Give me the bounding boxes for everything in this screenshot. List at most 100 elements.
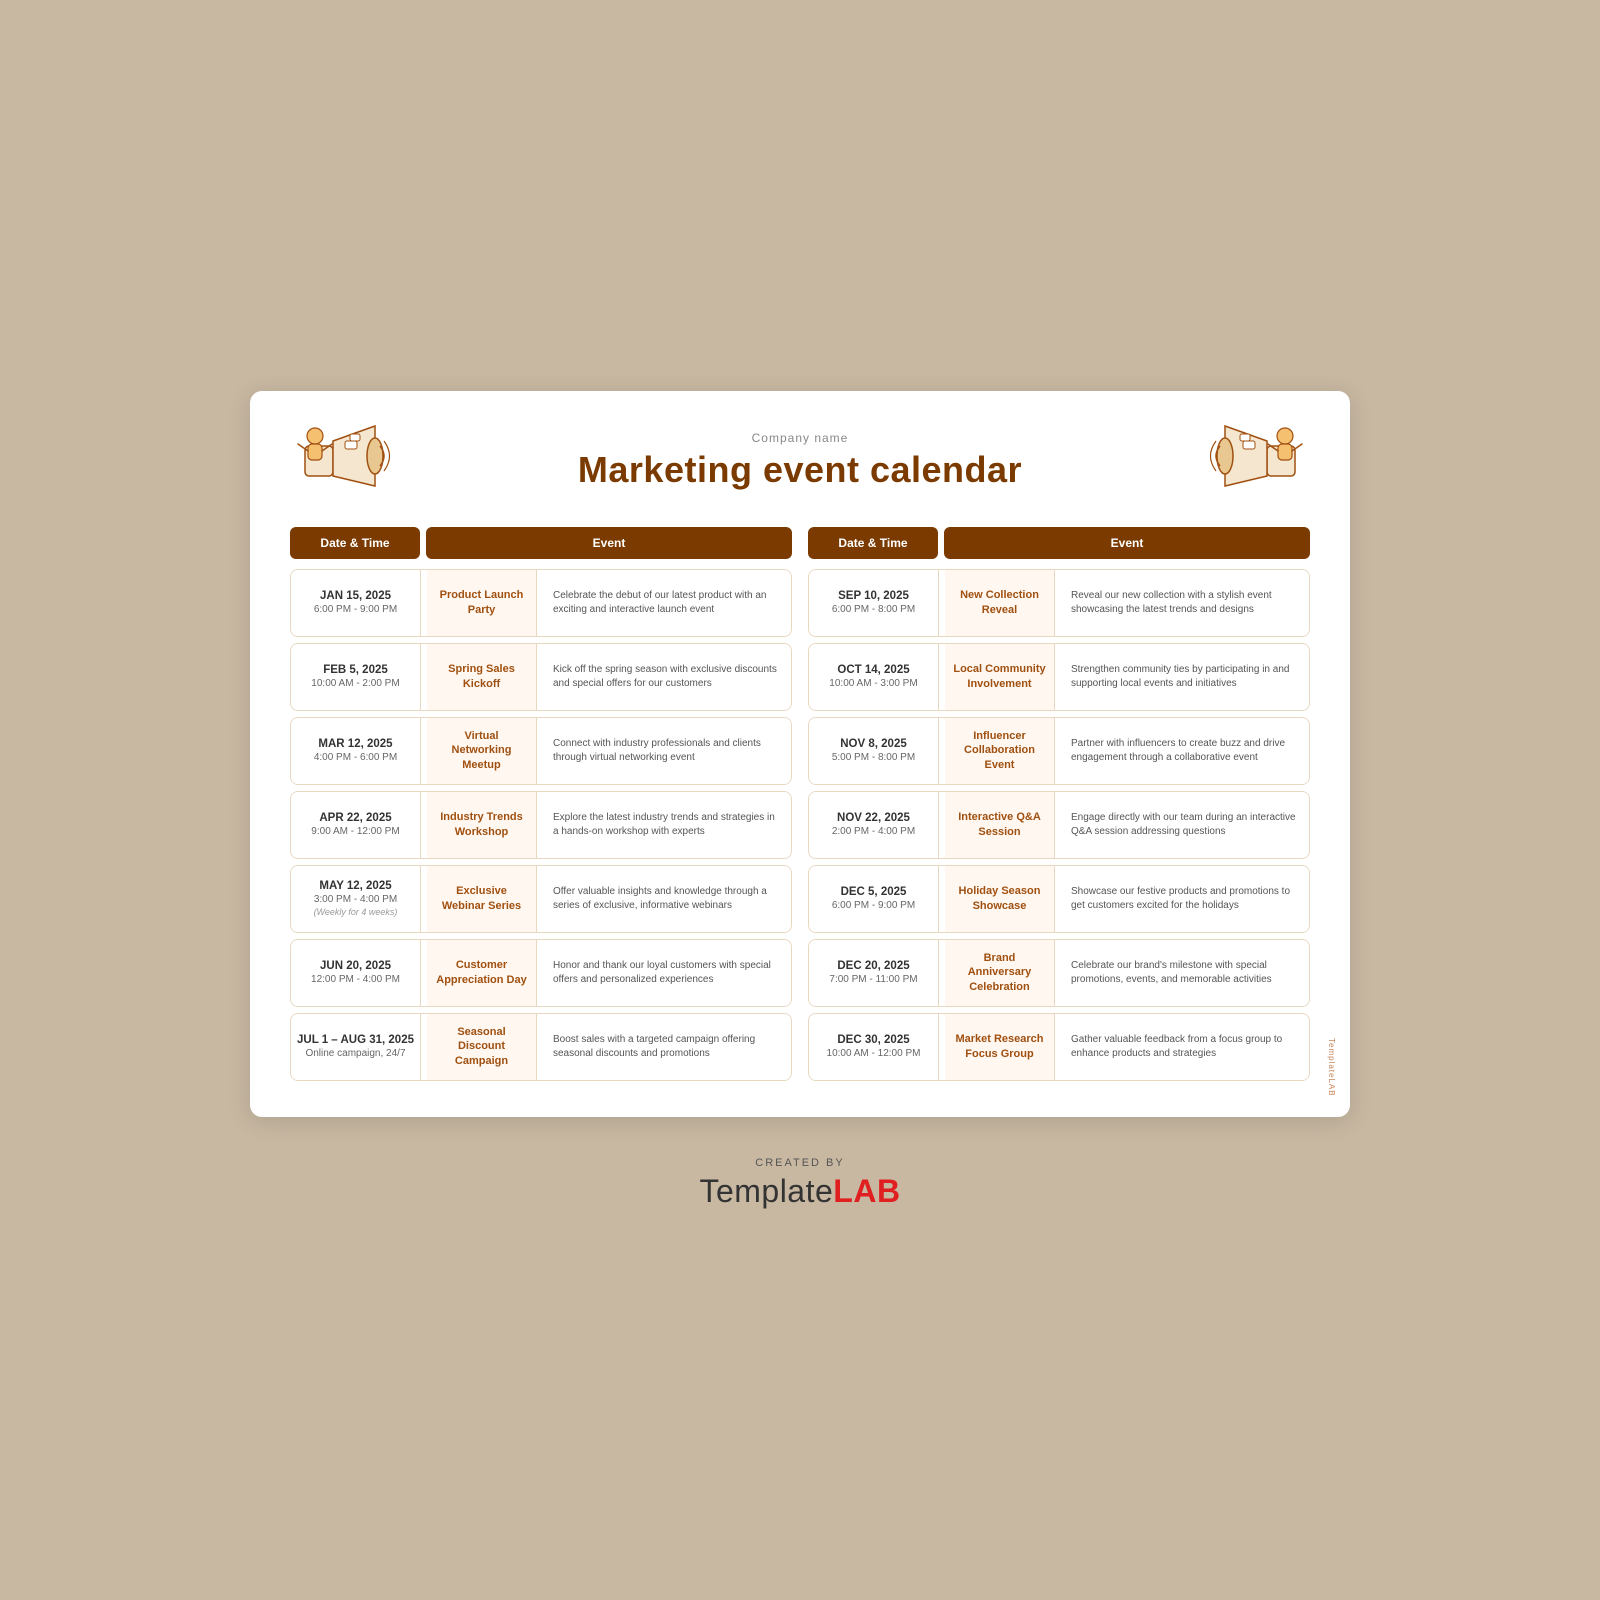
event-name-cell: Exclusive Webinar Series: [427, 866, 537, 932]
event-name-cell: Interactive Q&A Session: [945, 792, 1055, 858]
time-text: 3:00 PM - 4:00 PM: [314, 894, 397, 905]
date-cell: OCT 14, 2025 10:00 AM - 3:00 PM: [809, 644, 939, 710]
event-name-text: Spring Sales Kickoff: [435, 662, 528, 691]
time-text: Online campaign, 24/7: [305, 1048, 405, 1059]
calendar-title: Marketing event calendar: [290, 449, 1310, 491]
event-name-text: Customer Appreciation Day: [435, 958, 528, 987]
table-row: FEB 5, 2025 10:00 AM - 2:00 PM Spring Sa…: [290, 643, 792, 711]
date-cell: FEB 5, 2025 10:00 AM - 2:00 PM: [291, 644, 421, 710]
table-row: JUL 1 – AUG 31, 2025 Online campaign, 24…: [290, 1013, 792, 1081]
event-name-cell: Brand Anniversary Celebration: [945, 940, 1055, 1006]
right-col-headers: Date & Time Event: [808, 527, 1310, 559]
time-text: 10:00 AM - 3:00 PM: [829, 678, 917, 689]
left-megaphone-icon: [290, 416, 400, 506]
company-name: Company name: [290, 431, 1310, 445]
event-name-cell: Holiday Season Showcase: [945, 866, 1055, 932]
date-cell: MAY 12, 2025 3:00 PM - 4:00 PM (Weekly f…: [291, 866, 421, 932]
description-cell: Boost sales with a targeted campaign off…: [543, 1014, 791, 1080]
right-date-header: Date & Time: [808, 527, 938, 559]
date-cell: SEP 10, 2025 6:00 PM - 8:00 PM: [809, 570, 939, 636]
event-name-text: Local Community Involvement: [953, 662, 1046, 691]
description-cell: Kick off the spring season with exclusiv…: [543, 644, 791, 710]
header: Company name Marketing event calendar: [290, 431, 1310, 491]
description-cell: Celebrate our brand's milestone with spe…: [1061, 940, 1309, 1006]
table-row: NOV 22, 2025 2:00 PM - 4:00 PM Interacti…: [808, 791, 1310, 859]
event-name-text: Influencer Collaboration Event: [953, 729, 1046, 772]
date-text: NOV 22, 2025: [837, 812, 910, 824]
date-note: (Weekly for 4 weeks): [314, 907, 398, 917]
footer-created-by: CREATED BY: [699, 1157, 900, 1169]
description-cell: Partner with influencers to create buzz …: [1061, 718, 1309, 784]
table-row: MAY 12, 2025 3:00 PM - 4:00 PM (Weekly f…: [290, 865, 792, 933]
event-name-cell: Virtual Networking Meetup: [427, 718, 537, 784]
date-text: JUN 20, 2025: [320, 960, 391, 972]
left-table-section: Date & Time Event JAN 15, 2025 6:00 PM -…: [290, 527, 792, 1081]
date-text: FEB 5, 2025: [323, 664, 388, 676]
time-text: 6:00 PM - 9:00 PM: [314, 604, 397, 615]
description-cell: Showcase our festive products and promot…: [1061, 866, 1309, 932]
time-text: 5:00 PM - 8:00 PM: [832, 752, 915, 763]
description-text: Explore the latest industry trends and s…: [553, 811, 781, 839]
date-text: DEC 20, 2025: [837, 960, 909, 972]
date-text: OCT 14, 2025: [837, 664, 909, 676]
event-name-text: Market Research Focus Group: [953, 1032, 1046, 1061]
table-row: JUN 20, 2025 12:00 PM - 4:00 PM Customer…: [290, 939, 792, 1007]
tables-row: Date & Time Event JAN 15, 2025 6:00 PM -…: [290, 527, 1310, 1081]
left-date-header: Date & Time: [290, 527, 420, 559]
right-event-rows: SEP 10, 2025 6:00 PM - 8:00 PM New Colle…: [808, 569, 1310, 1081]
event-name-text: Interactive Q&A Session: [953, 810, 1046, 839]
event-name-text: Brand Anniversary Celebration: [953, 951, 1046, 994]
description-cell: Celebrate the debut of our latest produc…: [543, 570, 791, 636]
description-text: Strengthen community ties by participati…: [1071, 663, 1299, 691]
date-cell: NOV 8, 2025 5:00 PM - 8:00 PM: [809, 718, 939, 784]
description-text: Kick off the spring season with exclusiv…: [553, 663, 781, 691]
description-text: Connect with industry professionals and …: [553, 737, 781, 765]
date-text: DEC 30, 2025: [837, 1034, 909, 1046]
date-text: MAY 12, 2025: [319, 880, 391, 892]
description-cell: Explore the latest industry trends and s…: [543, 792, 791, 858]
date-cell: DEC 30, 2025 10:00 AM - 12:00 PM: [809, 1014, 939, 1080]
date-text: MAR 12, 2025: [318, 738, 392, 750]
table-row: NOV 8, 2025 5:00 PM - 8:00 PM Influencer…: [808, 717, 1310, 785]
event-name-text: Seasonal Discount Campaign: [435, 1025, 528, 1068]
page-wrapper: Company name Marketing event calendar: [40, 391, 1560, 1210]
right-table-section: Date & Time Event SEP 10, 2025 6:00 PM -…: [808, 527, 1310, 1081]
description-cell: Connect with industry professionals and …: [543, 718, 791, 784]
date-text: APR 22, 2025: [319, 812, 391, 824]
right-event-header: Event: [944, 527, 1310, 559]
date-text: DEC 5, 2025: [841, 886, 907, 898]
footer-brand: TemplateLAB: [699, 1173, 900, 1210]
date-cell: DEC 5, 2025 6:00 PM - 9:00 PM: [809, 866, 939, 932]
right-megaphone-icon: [1200, 416, 1310, 506]
event-name-cell: Influencer Collaboration Event: [945, 718, 1055, 784]
table-row: DEC 20, 2025 7:00 PM - 11:00 PM Brand An…: [808, 939, 1310, 1007]
description-text: Honor and thank our loyal customers with…: [553, 959, 781, 987]
time-text: 4:00 PM - 6:00 PM: [314, 752, 397, 763]
table-row: MAR 12, 2025 4:00 PM - 6:00 PM Virtual N…: [290, 717, 792, 785]
table-row: DEC 5, 2025 6:00 PM - 9:00 PM Holiday Se…: [808, 865, 1310, 933]
event-name-cell: Seasonal Discount Campaign: [427, 1014, 537, 1080]
calendar-card: Company name Marketing event calendar: [250, 391, 1350, 1117]
time-text: 2:00 PM - 4:00 PM: [832, 826, 915, 837]
footer: CREATED BY TemplateLAB: [699, 1157, 900, 1210]
time-text: 7:00 PM - 11:00 PM: [829, 974, 917, 985]
time-text: 12:00 PM - 4:00 PM: [311, 974, 400, 985]
left-col-headers: Date & Time Event: [290, 527, 792, 559]
event-name-cell: New Collection Reveal: [945, 570, 1055, 636]
date-text: JUL 1 – AUG 31, 2025: [297, 1034, 414, 1046]
time-text: 10:00 AM - 12:00 PM: [827, 1048, 921, 1059]
description-text: Partner with influencers to create buzz …: [1071, 737, 1299, 765]
left-event-header: Event: [426, 527, 792, 559]
date-cell: MAR 12, 2025 4:00 PM - 6:00 PM: [291, 718, 421, 784]
description-text: Celebrate the debut of our latest produc…: [553, 589, 781, 617]
footer-template-text: Template: [699, 1173, 833, 1209]
event-name-text: New Collection Reveal: [953, 588, 1046, 617]
event-name-cell: Industry Trends Workshop: [427, 792, 537, 858]
time-text: 10:00 AM - 2:00 PM: [311, 678, 399, 689]
event-name-text: Exclusive Webinar Series: [435, 884, 528, 913]
table-row: SEP 10, 2025 6:00 PM - 8:00 PM New Colle…: [808, 569, 1310, 637]
date-text: SEP 10, 2025: [838, 590, 909, 602]
description-text: Engage directly with our team during an …: [1071, 811, 1299, 839]
event-name-cell: Product Launch Party: [427, 570, 537, 636]
event-name-cell: Customer Appreciation Day: [427, 940, 537, 1006]
